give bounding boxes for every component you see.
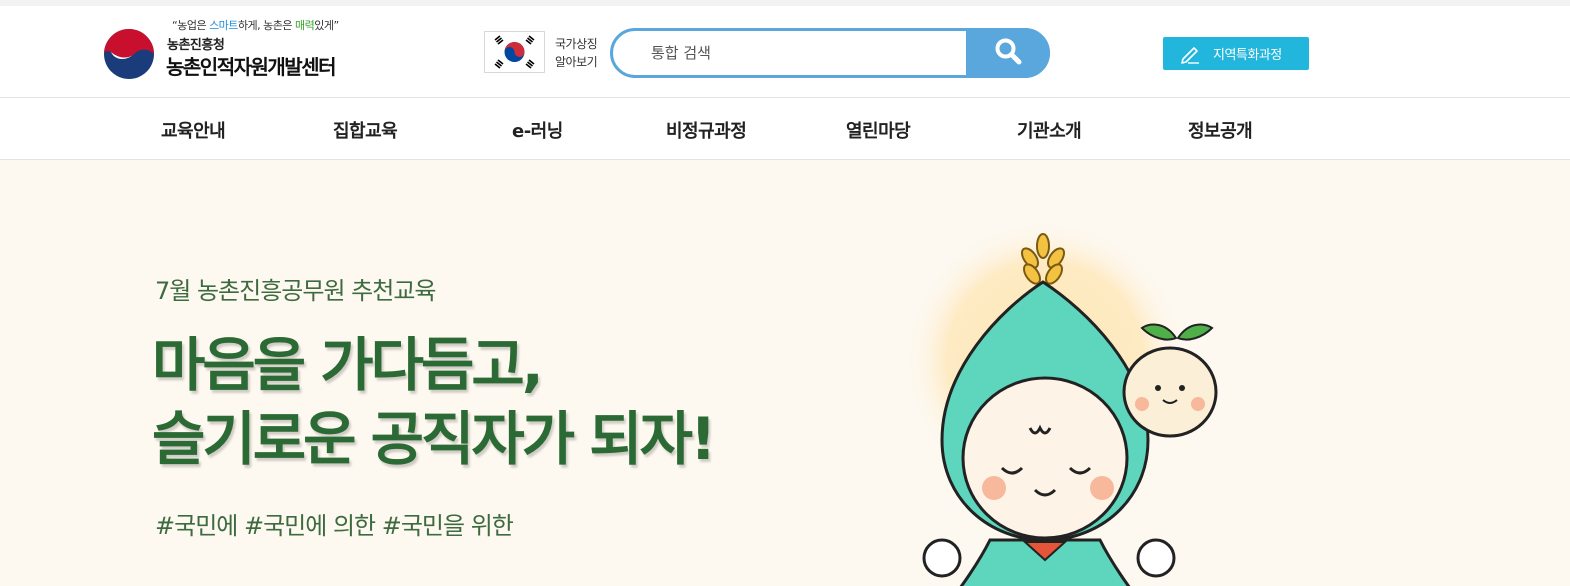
pencil-icon <box>1179 43 1201 65</box>
mascot-illustration <box>880 220 1240 586</box>
hero-title: 마음을 가다듬고, 슬기로운 공직자가 되자! <box>152 328 716 476</box>
main-nav: 교육안내 집합교육 e-러닝 비정규과정 열린마당 기관소개 정보공개 <box>0 97 1570 160</box>
nav-item-group-education[interactable]: 집합교육 <box>333 117 398 143</box>
search-bar <box>610 28 1050 78</box>
hero-title-line2: 슬기로운 공직자가 되자! <box>152 405 716 473</box>
government-emblem-logo[interactable] <box>103 28 155 80</box>
nav-item-e-learning[interactable]: e-러닝 <box>512 117 563 143</box>
region-course-button[interactable]: 지역특화과정 <box>1163 37 1309 70</box>
org-main-name[interactable]: 농촌인적자원개발센터 <box>166 51 337 80</box>
nav-item-open-board[interactable]: 열린마당 <box>846 117 911 143</box>
hero-title-line1: 마음을 가다듬고, <box>152 331 544 399</box>
nav-item-info-disclosure[interactable]: 정보공개 <box>1188 117 1253 143</box>
hero-banner[interactable]: 7월 농촌진흥공무원 추천교육 마음을 가다듬고, 슬기로운 공직자가 되자! … <box>0 160 1570 586</box>
nav-item-about[interactable]: 기관소개 <box>1017 117 1082 143</box>
site-header: “농업은 스마트하게, 농촌은 매력있게” 농촌진흥청 농촌인적자원개발센터 국… <box>0 6 1570 97</box>
slogan: “농업은 스마트하게, 농촌은 매력있게” <box>172 19 339 32</box>
nav-item-education-guide[interactable]: 교육안내 <box>161 117 226 143</box>
korean-flag-icon[interactable] <box>484 31 545 73</box>
hero-subtitle: 7월 농촌진흥공무원 추천교육 <box>155 277 436 305</box>
national-symbol-line1: 국가상징 <box>555 37 598 51</box>
national-symbol-link[interactable]: 국가상징 알아보기 <box>555 35 598 71</box>
search-button[interactable] <box>966 28 1050 78</box>
search-input[interactable] <box>651 41 951 65</box>
national-symbol-line2: 알아보기 <box>555 55 598 69</box>
hero-hashtags: #국민에 #국민에 의한 #국민을 위한 <box>155 512 514 540</box>
nav-item-irregular-course[interactable]: 비정규과정 <box>666 117 747 143</box>
region-course-label: 지역특화과정 <box>1213 48 1282 63</box>
search-icon <box>993 36 1023 70</box>
